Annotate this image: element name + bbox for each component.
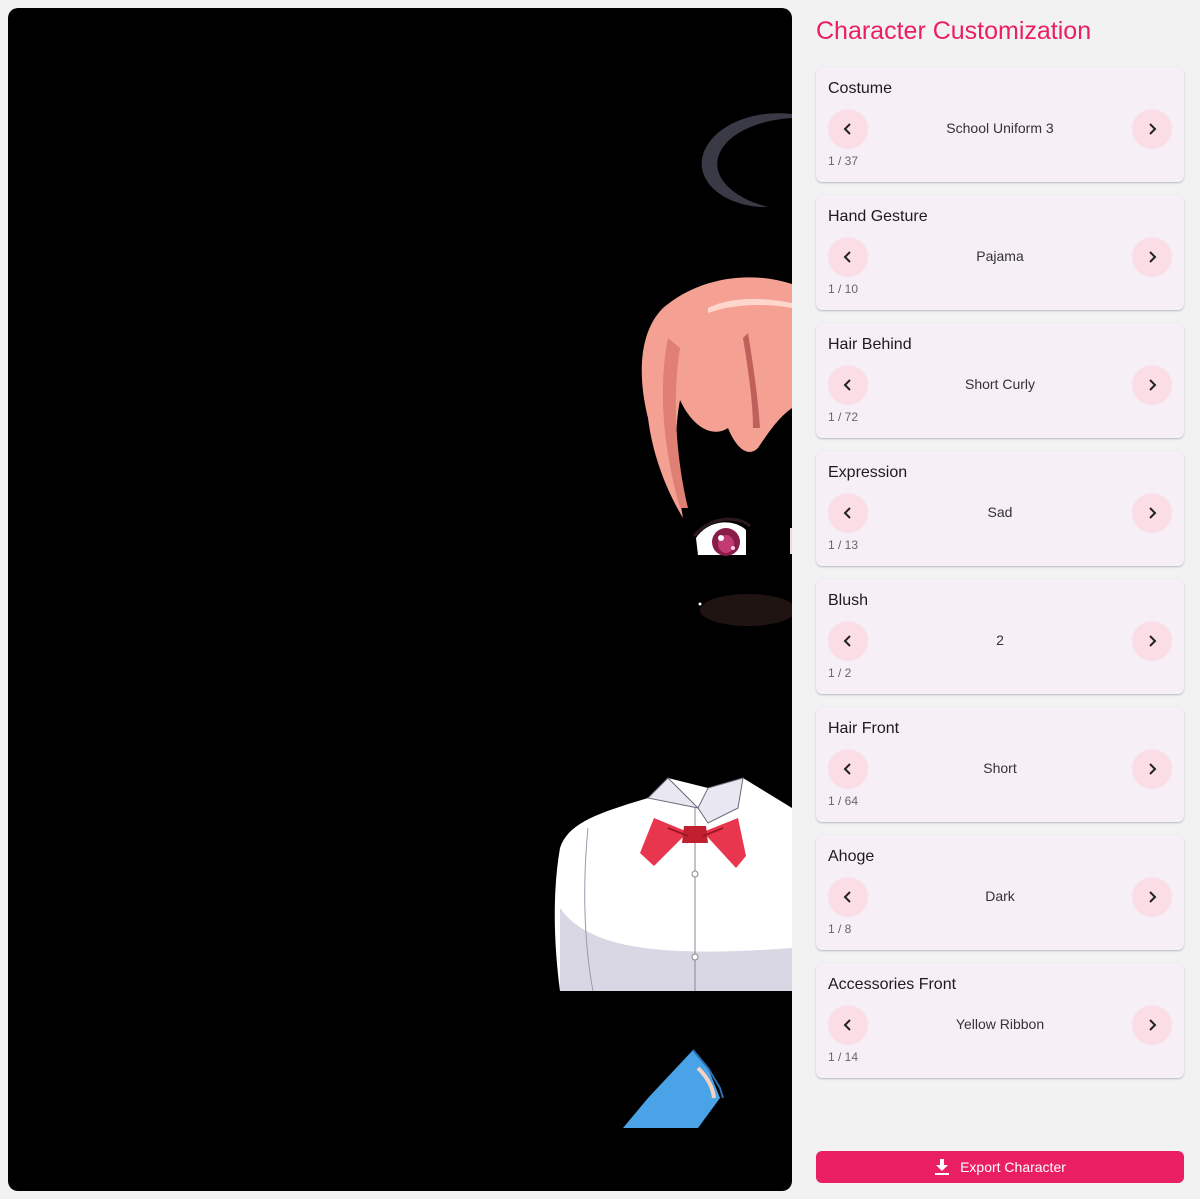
blush-layer [700,594,792,626]
prev-button[interactable] [828,109,868,149]
category-value: School Uniform 3 [946,120,1054,136]
hair-layer [641,277,792,518]
category-count: 1 / 64 [828,794,859,808]
category-count: 1 / 10 [828,282,859,296]
category-value: Short [983,760,1017,776]
next-button[interactable] [1132,237,1172,277]
next-button[interactable] [1132,1005,1172,1045]
chevron-left-icon [843,891,851,903]
category-card-ahoge: Ahoge Dark 1 / 8 [816,835,1184,950]
category-card-blush: Blush 2 1 / 2 [816,579,1184,694]
prev-button[interactable] [828,877,868,917]
prev-button[interactable] [828,365,868,405]
character-sprite [554,113,792,1128]
category-label: Hair Front [828,720,900,737]
category-label: Ahoge [828,848,875,865]
chevron-left-icon [843,763,851,775]
chevron-left-icon [843,635,851,647]
panel-title: Character Customization [816,17,1092,45]
chevron-right-icon [1149,763,1157,775]
character-preview-canvas [8,8,792,1191]
category-card-hair-front: Hair Front Short 1 / 64 [816,707,1184,822]
category-card-costume: Costume School Uniform 3 1 / 37 [816,67,1184,182]
export-label: Export Character [960,1159,1066,1175]
category-label: Blush [828,592,869,609]
category-count: 1 / 37 [828,154,859,168]
chevron-right-icon [1149,507,1157,519]
category-card-expression: Expression Sad 1 / 13 [816,451,1184,566]
category-value: Yellow Ribbon [955,1016,1045,1032]
category-count: 1 / 8 [828,922,852,936]
category-value: Dark [985,888,1015,904]
chevron-right-icon [1149,379,1157,391]
category-list: Costume School Uniform 3 1 / 37 Hand Ges… [816,67,1184,1091]
category-value: 2 [996,632,1004,648]
chevron-left-icon [843,1019,851,1031]
customization-panel: Character Customization Costume School U… [816,0,1184,1199]
next-button[interactable] [1132,621,1172,661]
category-value: Sad [987,504,1013,520]
category-card-hand-gesture: Hand Gesture Pajama 1 / 10 [816,195,1184,310]
prev-button[interactable] [828,493,868,533]
chevron-right-icon [1149,891,1157,903]
category-label: Hair Behind [828,336,912,353]
chevron-right-icon [1149,251,1157,263]
chevron-left-icon [843,507,851,519]
next-button[interactable] [1132,109,1172,149]
prev-button[interactable] [828,749,868,789]
chevron-left-icon [843,379,851,391]
prev-button[interactable] [828,237,868,277]
hand-gesture-layer [623,1049,724,1128]
category-label: Expression [828,464,908,481]
category-value: Short Curly [964,376,1036,392]
chevron-right-icon [1149,123,1157,135]
ahoge-layer [701,113,792,208]
category-card-hair-behind: Hair Behind Short Curly 1 / 72 [816,323,1184,438]
next-button[interactable] [1132,493,1172,533]
category-card-accessories-front: Accessories Front Yellow Ribbon 1 / 14 [816,963,1184,1078]
category-count: 1 / 72 [828,410,859,424]
chevron-right-icon [1149,635,1157,647]
prev-button[interactable] [828,1005,868,1045]
chevron-left-icon [843,123,851,135]
next-button[interactable] [1132,365,1172,405]
chevron-right-icon [1149,1019,1157,1031]
prev-button[interactable] [828,621,868,661]
costume-layer [554,777,792,992]
download-icon [934,1158,950,1176]
category-count: 1 / 14 [828,1050,859,1064]
eye-layer [692,517,792,556]
category-value: Pajama [976,248,1024,264]
category-label: Hand Gesture [828,208,928,225]
category-label: Costume [828,80,893,97]
next-button[interactable] [1132,877,1172,917]
chevron-left-icon [843,251,851,263]
category-label: Accessories Front [828,976,957,993]
next-button[interactable] [1132,749,1172,789]
category-count: 1 / 13 [828,538,859,552]
category-count: 1 / 2 [828,666,852,680]
export-character-button[interactable]: Export Character [816,1151,1184,1183]
